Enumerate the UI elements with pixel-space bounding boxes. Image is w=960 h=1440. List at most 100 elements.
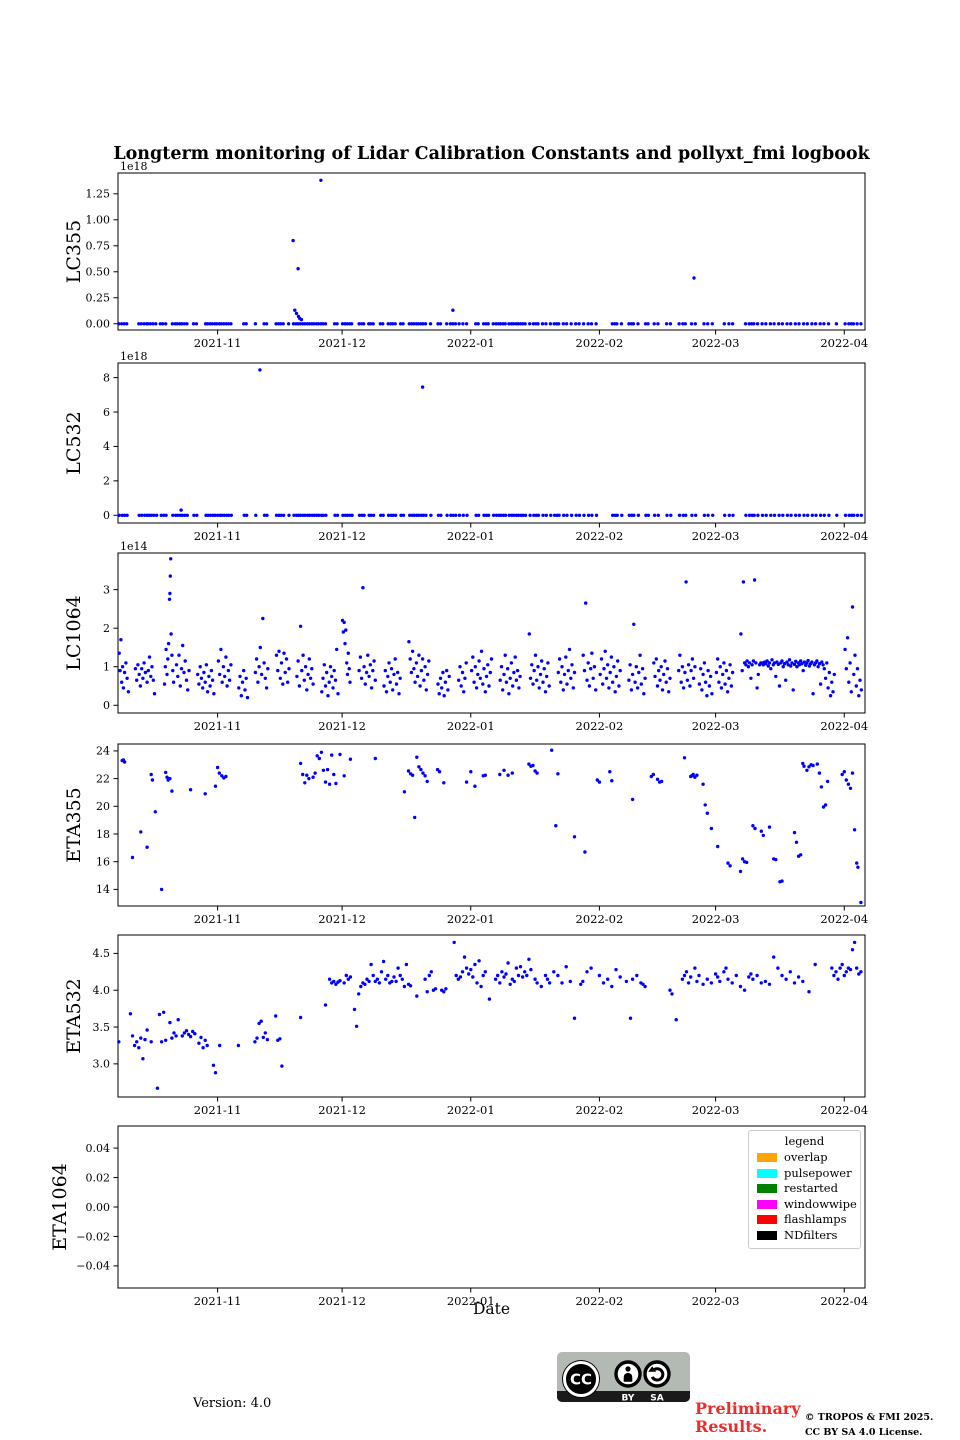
y-ticks: 02468	[103, 371, 118, 522]
svg-text:18: 18	[96, 828, 110, 841]
svg-text:2021-11: 2021-11	[194, 336, 242, 350]
legend-entry-overlap: overlap	[749, 1150, 860, 1166]
svg-text:2022-02: 2022-02	[576, 336, 624, 350]
svg-text:0.04: 0.04	[86, 1142, 111, 1155]
svg-text:22: 22	[96, 772, 110, 785]
svg-text:16: 16	[96, 855, 110, 868]
cc-sa-label: SA	[650, 1394, 663, 1404]
svg-text:20: 20	[96, 800, 110, 813]
svg-text:2022-04: 2022-04	[820, 336, 868, 350]
y-axis-label: LC532	[63, 411, 85, 474]
legend-entry-pulsepower: pulsepower	[749, 1166, 860, 1182]
copyright-line2: CC BY SA 4.0 License.	[805, 1426, 933, 1440]
svg-text:2022-03: 2022-03	[692, 719, 740, 733]
copyright-line1: © TROPOS & FMI 2025.	[805, 1411, 933, 1426]
y-axis-label: ETA532	[63, 978, 85, 1054]
legend-entry-label: restarted	[784, 1183, 838, 1194]
cc-by-label: BY	[622, 1394, 635, 1404]
legend-entry-label: NDfilters	[784, 1230, 837, 1241]
svg-text:3: 3	[103, 583, 110, 596]
legend-entry-windowwipe: windowwipe	[749, 1197, 860, 1213]
svg-text:2022-02: 2022-02	[576, 719, 624, 733]
svg-text:0.75: 0.75	[86, 240, 111, 253]
svg-text:−0.04: −0.04	[76, 1260, 110, 1273]
svg-text:4.0: 4.0	[93, 984, 111, 997]
svg-text:24: 24	[96, 745, 110, 758]
subplot-LC355: 1e18 LC355 0.00 0.25 0.50 0.75 1.00 1.25 2021-11…	[0, 161, 960, 354]
sa-arrow-icon	[645, 1362, 669, 1386]
svg-text:1.25: 1.25	[86, 188, 111, 201]
legend-entry-NDfilters: NDfilters	[749, 1228, 860, 1244]
legend-entry-label: pulsepower	[784, 1168, 852, 1179]
x-ticks: 2021-11 2021-12 2022-01 2022-02 2022-03 2022-…	[194, 713, 868, 733]
subplot-ETA355: ETA3551416182022242021-112021-122022-012…	[0, 732, 960, 930]
svg-text:2021-12: 2021-12	[318, 719, 366, 733]
svg-text:2: 2	[103, 622, 110, 635]
axis-offset-label: 1e18	[120, 161, 148, 173]
NDfilters-swatch	[757, 1231, 777, 1240]
axes-box	[118, 173, 865, 330]
svg-text:1.00: 1.00	[86, 214, 111, 227]
axis-offset-label: 1e18	[120, 351, 148, 363]
svg-text:CC: CC	[570, 1371, 592, 1389]
flashlamps-swatch	[757, 1215, 777, 1224]
cc-by-sa-badge: CC BY SA	[557, 1352, 690, 1408]
legend-rows: overlap pulsepower restarted windowwipe flas…	[749, 1150, 860, 1243]
svg-text:3.5: 3.5	[93, 1021, 111, 1034]
y-ticks: 3.0 3.5 4.0 4.5	[93, 947, 119, 1070]
svg-text:−0.02: −0.02	[76, 1230, 110, 1243]
legend-entry-label: windowwipe	[784, 1199, 857, 1210]
x-ticks: 2021-11 2021-12 2022-01 2022-02 2022-03 2022-…	[194, 330, 868, 350]
subplot-ETA532: ETA5323.03.54.04.52021-112021-122022-012…	[0, 923, 960, 1121]
x-ticks: 2021-112021-122022-012022-022022-032022-…	[194, 523, 868, 543]
y-axis-label: ETA355	[63, 787, 85, 863]
copyright-text: © TROPOS & FMI 2025. CC BY SA 4.0 Licens…	[805, 1411, 933, 1440]
legend-entry-label: overlap	[784, 1152, 828, 1163]
windowwipe-swatch	[757, 1200, 777, 1209]
y-ticks: 0123	[103, 583, 118, 712]
overlap-swatch	[757, 1153, 777, 1162]
version-text: Version: 4.0	[193, 1396, 271, 1411]
figure-page: Longterm monitoring of Lidar Calibration…	[0, 0, 960, 1440]
svg-text:4: 4	[103, 440, 110, 453]
y-axis-label: ETA1064	[49, 1163, 71, 1251]
svg-text:2022-03: 2022-03	[692, 336, 740, 350]
by-person-icon	[616, 1362, 640, 1386]
y-ticks: 0.00 0.25 0.50 0.75 1.00 1.25	[86, 188, 119, 331]
svg-text:0.00: 0.00	[86, 318, 111, 331]
svg-text:2021-11: 2021-11	[194, 719, 242, 733]
legend-entry-label: flashlamps	[784, 1214, 847, 1225]
subplot-LC1064: 1e14LC106401232021-112021-122022-012022-…	[0, 541, 960, 737]
subplot-LC532: 1e18LC532024682021-112021-122022-012022-…	[0, 351, 960, 547]
axes-box	[118, 363, 865, 523]
legend-title: legend	[749, 1134, 860, 1148]
svg-text:0.25: 0.25	[86, 292, 111, 305]
axes-box	[118, 553, 865, 713]
axis-offset-label: 1e14	[120, 541, 148, 553]
svg-text:2022-04: 2022-04	[820, 719, 868, 733]
preliminary-results-text: Preliminary Results.	[695, 1400, 815, 1435]
cc-icon: CC	[562, 1360, 600, 1398]
legend-entry-flashlamps: flashlamps	[749, 1212, 860, 1228]
axes-box	[118, 935, 865, 1097]
y-ticks: 14 16 18 20 22 24	[96, 745, 118, 896]
svg-text:4.5: 4.5	[93, 947, 111, 960]
y-axis-label: LC1064	[63, 595, 85, 671]
svg-text:3.0: 3.0	[93, 1058, 111, 1071]
svg-text:2022-01: 2022-01	[447, 719, 495, 733]
svg-text:0: 0	[103, 509, 110, 522]
svg-text:1: 1	[103, 661, 110, 674]
svg-text:6: 6	[103, 406, 110, 419]
svg-text:2021-12: 2021-12	[318, 336, 366, 350]
restarted-swatch	[757, 1184, 777, 1193]
svg-text:2022-01: 2022-01	[447, 336, 495, 350]
svg-text:14: 14	[96, 883, 110, 896]
svg-text:0.50: 0.50	[86, 266, 111, 279]
y-axis-label: LC355	[63, 220, 85, 283]
svg-text:2: 2	[103, 475, 110, 488]
pulsepower-swatch	[757, 1169, 777, 1178]
x-axis-label: Date	[118, 1300, 865, 1318]
y-ticks: −0.04−0.020.000.020.04	[76, 1142, 118, 1273]
svg-text:0.00: 0.00	[86, 1201, 111, 1214]
legend-entry-restarted: restarted	[749, 1181, 860, 1197]
